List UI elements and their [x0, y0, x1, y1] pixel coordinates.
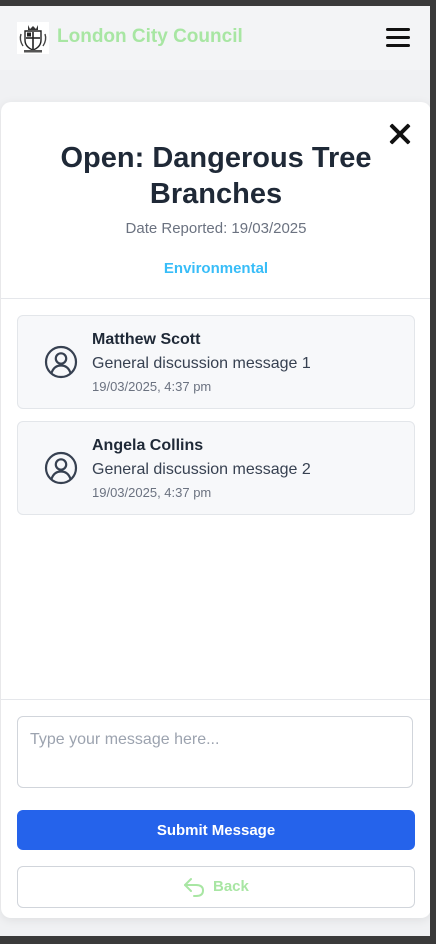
- top-nav-bar: London City Council: [0, 6, 430, 70]
- message-timestamp: 19/03/2025, 4:37 pm: [92, 379, 212, 394]
- submit-message-button[interactable]: Submit Message: [17, 810, 415, 850]
- category-badge: Environmental: [163, 260, 269, 277]
- message-author: Matthew Scott: [92, 331, 201, 348]
- app-frame: London City Council Open: Dangerous Tree…: [0, 6, 430, 936]
- message-card: Angela Collins General discussion messag…: [17, 421, 415, 515]
- page-title: Open: Dangerous Tree Branches: [60, 142, 372, 210]
- message-author: Angela Collins: [92, 437, 204, 454]
- undo-arrow-icon: [184, 878, 205, 897]
- brand-title[interactable]: London City Council: [57, 26, 243, 48]
- message-text: General discussion message 2: [92, 461, 311, 478]
- message-card: Matthew Scott General discussion message…: [17, 315, 415, 409]
- back-label: Back: [213, 878, 249, 895]
- crest-icon[interactable]: [17, 22, 49, 54]
- message-text: General discussion message 1: [92, 355, 311, 372]
- hamburger-menu-icon[interactable]: [385, 26, 411, 50]
- divider: [1, 298, 430, 299]
- message-timestamp: 19/03/2025, 4:37 pm: [92, 485, 212, 500]
- message-input[interactable]: [17, 716, 413, 788]
- divider: [1, 699, 430, 700]
- date-reported: Date Reported: 19/03/2025: [125, 220, 307, 237]
- user-circle-icon: [44, 451, 78, 485]
- user-circle-icon: [44, 345, 78, 379]
- report-detail-modal: Open: Dangerous Tree Branches Date Repor…: [1, 102, 430, 918]
- back-button[interactable]: Back: [17, 866, 415, 908]
